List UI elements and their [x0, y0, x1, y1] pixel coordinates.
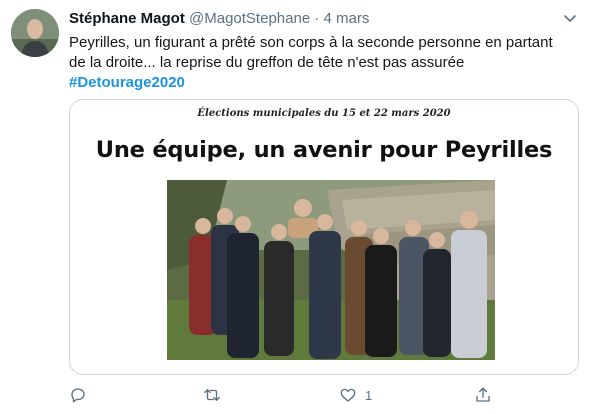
retweet-icon — [204, 389, 220, 401]
media-card[interactable]: Élections municipales du 15 et 22 mars 2… — [69, 99, 579, 375]
avatar-image — [11, 9, 59, 57]
like-count: 1 — [365, 387, 373, 403]
reply-button[interactable] — [69, 385, 87, 405]
like-button[interactable]: 1 — [339, 385, 372, 405]
share-icon — [476, 387, 490, 402]
tweet-text: Peyrilles, un figurant a prêté son corps… — [69, 33, 569, 93]
tweet-time[interactable]: 4 mars — [324, 10, 370, 27]
card-title: Une équipe, un avenir pour Peyrilles — [95, 137, 553, 163]
avatar[interactable] — [11, 9, 59, 57]
separator-dot: · — [314, 10, 320, 27]
card-subtitle: Élections municipales du 15 et 22 mars 2… — [197, 108, 451, 119]
heart-icon — [340, 388, 356, 402]
tweet-actions: 1 — [69, 385, 569, 405]
tweet[interactable]: Stéphane Magot @MagotStephane · 4 mars P… — [0, 0, 590, 414]
author-handle[interactable]: @MagotStephane — [189, 10, 310, 27]
author-name[interactable]: Stéphane Magot — [69, 10, 185, 27]
hashtag-link[interactable]: #Detourage2020 — [69, 74, 185, 91]
tweet-header: Stéphane Magot @MagotStephane · 4 mars — [69, 9, 369, 29]
share-button[interactable] — [474, 385, 492, 405]
more-options-chevron-icon[interactable] — [562, 10, 578, 26]
team-photo — [167, 180, 495, 360]
tweet-body: Peyrilles, un figurant a prêté son corps… — [69, 34, 553, 71]
reply-icon — [71, 388, 85, 403]
retweet-button[interactable] — [203, 385, 221, 405]
